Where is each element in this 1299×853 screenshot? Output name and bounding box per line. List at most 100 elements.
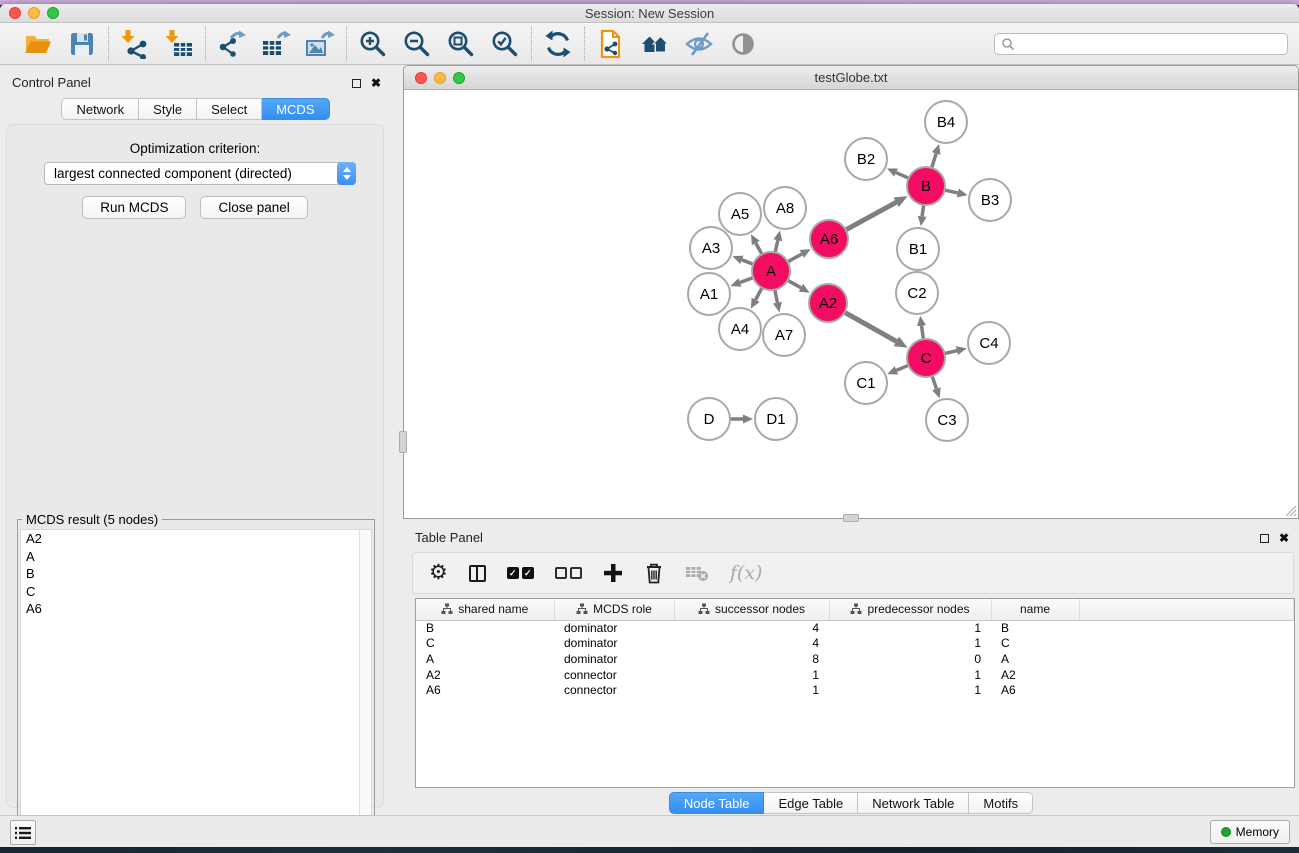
edge-C-C1[interactable] <box>896 365 908 370</box>
edge-A-A6[interactable] <box>788 254 802 262</box>
edge-B-B4[interactable] <box>932 153 936 167</box>
table-cell[interactable]: B <box>416 620 554 636</box>
export-network-icon[interactable] <box>217 29 247 59</box>
table-cell[interactable]: A <box>991 651 1079 667</box>
table-settings-icon[interactable]: ⚙ <box>429 562 448 584</box>
table-cell[interactable]: 8 <box>674 651 829 667</box>
zoom-selected-icon[interactable] <box>490 29 520 59</box>
close-table-panel-icon[interactable]: ✖ <box>1279 533 1289 543</box>
edge-A-A8[interactable] <box>775 240 778 252</box>
search-box[interactable] <box>994 33 1288 55</box>
export-image-icon[interactable] <box>305 29 335 59</box>
delete-columns-icon[interactable] <box>644 562 664 584</box>
search-input[interactable] <box>1019 35 1287 53</box>
new-network-from-selection-icon[interactable] <box>596 29 626 59</box>
column-header-MCDS-role[interactable]: MCDS role <box>554 599 674 620</box>
edge-A-A2[interactable] <box>788 280 801 288</box>
graph-node-C4[interactable]: C4 <box>968 322 1010 364</box>
edge-A-A3[interactable] <box>742 260 753 264</box>
left-splitter-handle[interactable] <box>399 431 407 453</box>
edge-A2-C[interactable] <box>845 312 897 341</box>
column-header-name[interactable]: name <box>991 599 1079 620</box>
tab-mcds[interactable]: MCDS <box>262 98 329 120</box>
apply-layout-icon[interactable] <box>543 29 573 59</box>
table-cell[interactable]: A6 <box>416 682 554 698</box>
edge-B-B2[interactable] <box>896 173 909 179</box>
zoom-fit-icon[interactable] <box>446 29 476 59</box>
table-cell[interactable]: A2 <box>991 667 1079 683</box>
save-session-icon[interactable] <box>67 29 97 59</box>
column-header-predecessor-nodes[interactable]: predecessor nodes <box>829 599 991 620</box>
show-columns-icon[interactable] <box>469 565 486 582</box>
graph-node-D1[interactable]: D1 <box>755 398 797 440</box>
table-cell[interactable]: 1 <box>674 667 829 683</box>
zoom-in-icon[interactable] <box>358 29 388 59</box>
graph-node-C1[interactable]: C1 <box>845 362 887 404</box>
table-cell[interactable]: 1 <box>829 682 991 698</box>
table-row[interactable]: Bdominator41B <box>416 620 1294 636</box>
network-graph[interactable]: B4B2BB3A5A8A6A3B1AC2A1A2A4A7C4CC1DD1C3 <box>404 90 1298 518</box>
table-cell[interactable]: connector <box>554 682 674 698</box>
result-item[interactable]: C <box>21 583 371 601</box>
edge-C-C4[interactable] <box>944 351 956 354</box>
tab-select[interactable]: Select <box>197 98 262 120</box>
result-item[interactable]: A6 <box>21 600 371 618</box>
table-row[interactable]: Cdominator41C <box>416 636 1294 652</box>
table-cell[interactable]: connector <box>554 667 674 683</box>
graph-node-D[interactable]: D <box>688 398 730 440</box>
tab-edge-table[interactable]: Edge Table <box>764 792 858 814</box>
graph-node-A8[interactable]: A8 <box>764 187 806 229</box>
table-cell[interactable]: C <box>416 636 554 652</box>
memory-button[interactable]: Memory <box>1210 820 1290 844</box>
edge-C-C3[interactable] <box>932 376 936 389</box>
edge-B-B1[interactable] <box>922 205 923 216</box>
table-cell[interactable]: 1 <box>829 667 991 683</box>
add-column-icon[interactable] <box>603 563 623 583</box>
graph-node-C3[interactable]: C3 <box>926 399 968 441</box>
tab-motifs[interactable]: Motifs <box>969 792 1033 814</box>
result-list-scrollbar[interactable] <box>359 530 371 847</box>
graph-node-A3[interactable]: A3 <box>690 227 732 269</box>
table-row[interactable]: Adominator80A <box>416 651 1294 667</box>
result-item[interactable]: A <box>21 548 371 566</box>
table-row[interactable]: A2connector11A2 <box>416 667 1294 683</box>
column-header-successor-nodes[interactable]: successor nodes <box>674 599 829 620</box>
tab-network-table[interactable]: Network Table <box>858 792 969 814</box>
result-item[interactable]: B <box>21 565 371 583</box>
graph-node-B2[interactable]: B2 <box>845 138 887 180</box>
float-panel-icon[interactable] <box>352 79 361 88</box>
hide-selected-icon[interactable] <box>684 29 714 59</box>
graph-node-A6[interactable]: A6 <box>810 220 848 258</box>
result-item[interactable]: A2 <box>21 530 371 548</box>
graph-node-A5[interactable]: A5 <box>719 193 761 235</box>
table-cell[interactable]: C <box>991 636 1079 652</box>
import-table-icon[interactable] <box>164 29 194 59</box>
graph-node-B4[interactable]: B4 <box>925 101 967 143</box>
graph-node-B3[interactable]: B3 <box>969 179 1011 221</box>
table-cell[interactable]: dominator <box>554 620 674 636</box>
edge-A6-B[interactable] <box>846 202 896 230</box>
first-neighbors-icon[interactable] <box>640 29 670 59</box>
edge-C-C2[interactable] <box>922 326 924 339</box>
table-cell[interactable]: A6 <box>991 682 1079 698</box>
clear-table-icon[interactable] <box>685 564 709 582</box>
edge-B-B3[interactable] <box>945 190 958 193</box>
node-table[interactable]: shared nameMCDS rolesuccessor nodesprede… <box>415 598 1295 788</box>
table-cell[interactable]: A2 <box>416 667 554 683</box>
tab-node-table[interactable]: Node Table <box>669 792 765 814</box>
table-header-row[interactable]: shared nameMCDS rolesuccessor nodesprede… <box>416 599 1294 620</box>
table-cell[interactable]: 1 <box>674 682 829 698</box>
graph-node-A[interactable]: A <box>752 252 790 290</box>
edge-A-A1[interactable] <box>740 278 753 283</box>
graph-node-C[interactable]: C <box>907 339 945 377</box>
graph-node-B1[interactable]: B1 <box>897 228 939 270</box>
graph-node-C2[interactable]: C2 <box>896 272 938 314</box>
network-canvas[interactable]: B4B2BB3A5A8A6A3B1AC2A1A2A4A7C4CC1DD1C3 <box>404 90 1298 518</box>
close-panel-icon[interactable]: ✖ <box>371 78 381 88</box>
edge-A-A7[interactable] <box>775 290 778 303</box>
table-cell[interactable]: 4 <box>674 620 829 636</box>
float-table-panel-icon[interactable] <box>1260 534 1269 543</box>
show-all-icon[interactable] <box>728 29 758 59</box>
graph-node-A2[interactable]: A2 <box>809 284 847 322</box>
table-cell[interactable]: dominator <box>554 636 674 652</box>
